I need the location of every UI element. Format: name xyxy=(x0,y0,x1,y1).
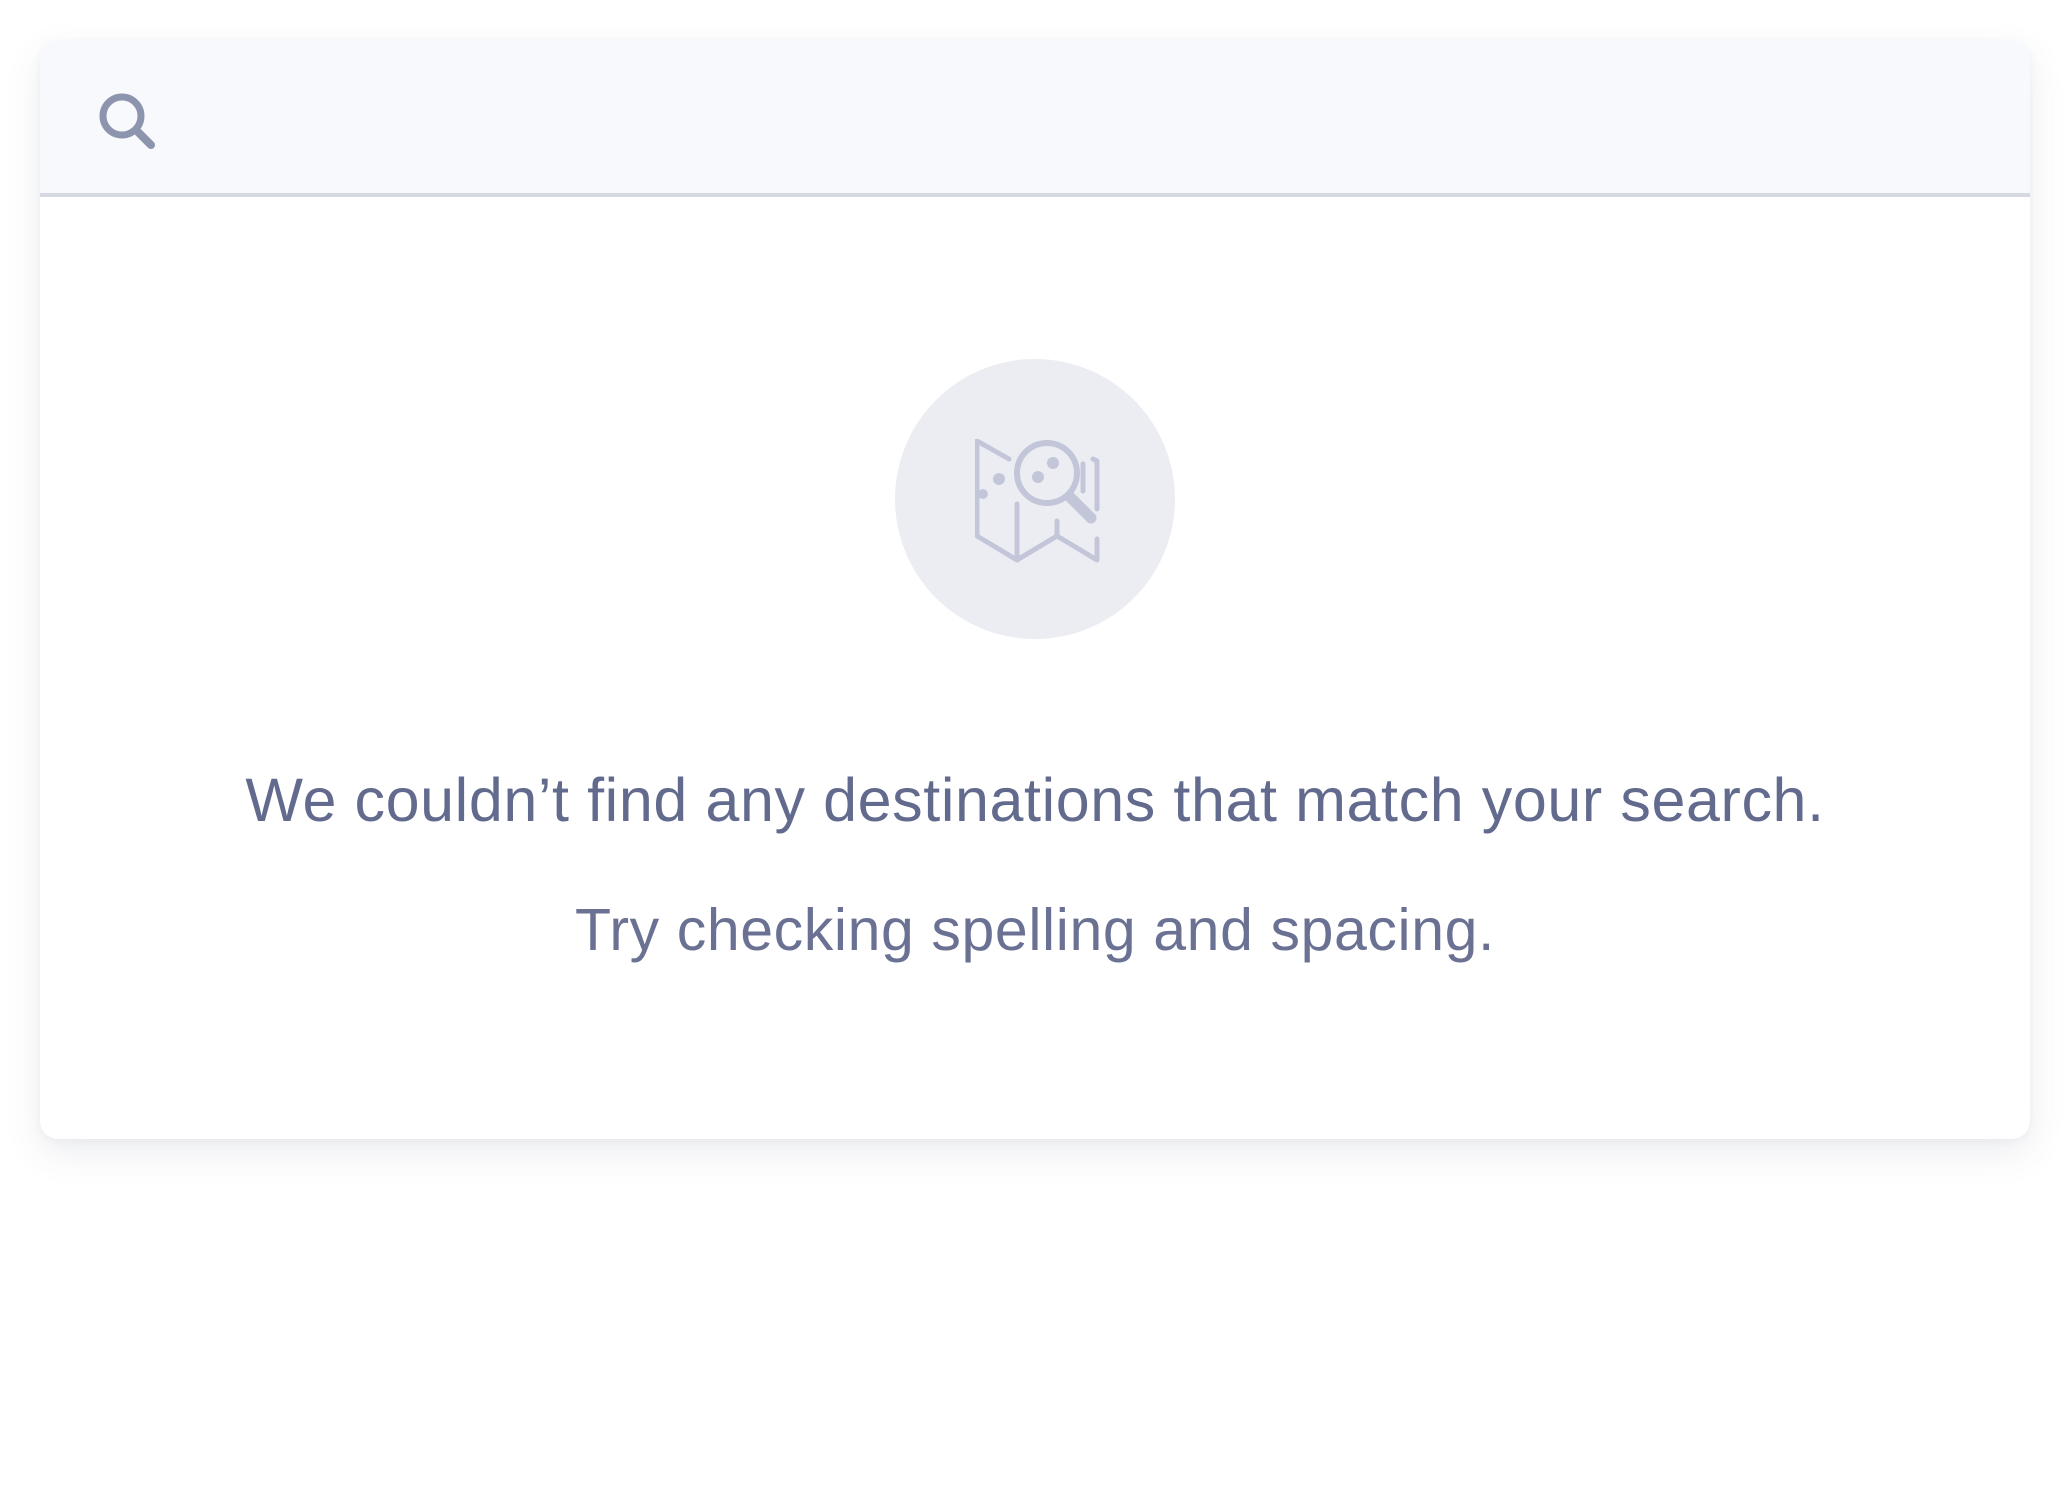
empty-state-illustration xyxy=(895,359,1175,639)
search-input[interactable] xyxy=(190,80,1974,158)
empty-state-title: We couldn’t find any destinations that m… xyxy=(245,766,1825,834)
search-results-panel: We couldn’t find any destinations that m… xyxy=(40,40,2030,1139)
empty-state-subtitle: Try checking spelling and spacing. xyxy=(574,897,1496,963)
map-search-icon xyxy=(975,439,1100,563)
search-icon xyxy=(99,93,155,149)
search-bar xyxy=(40,40,2030,197)
